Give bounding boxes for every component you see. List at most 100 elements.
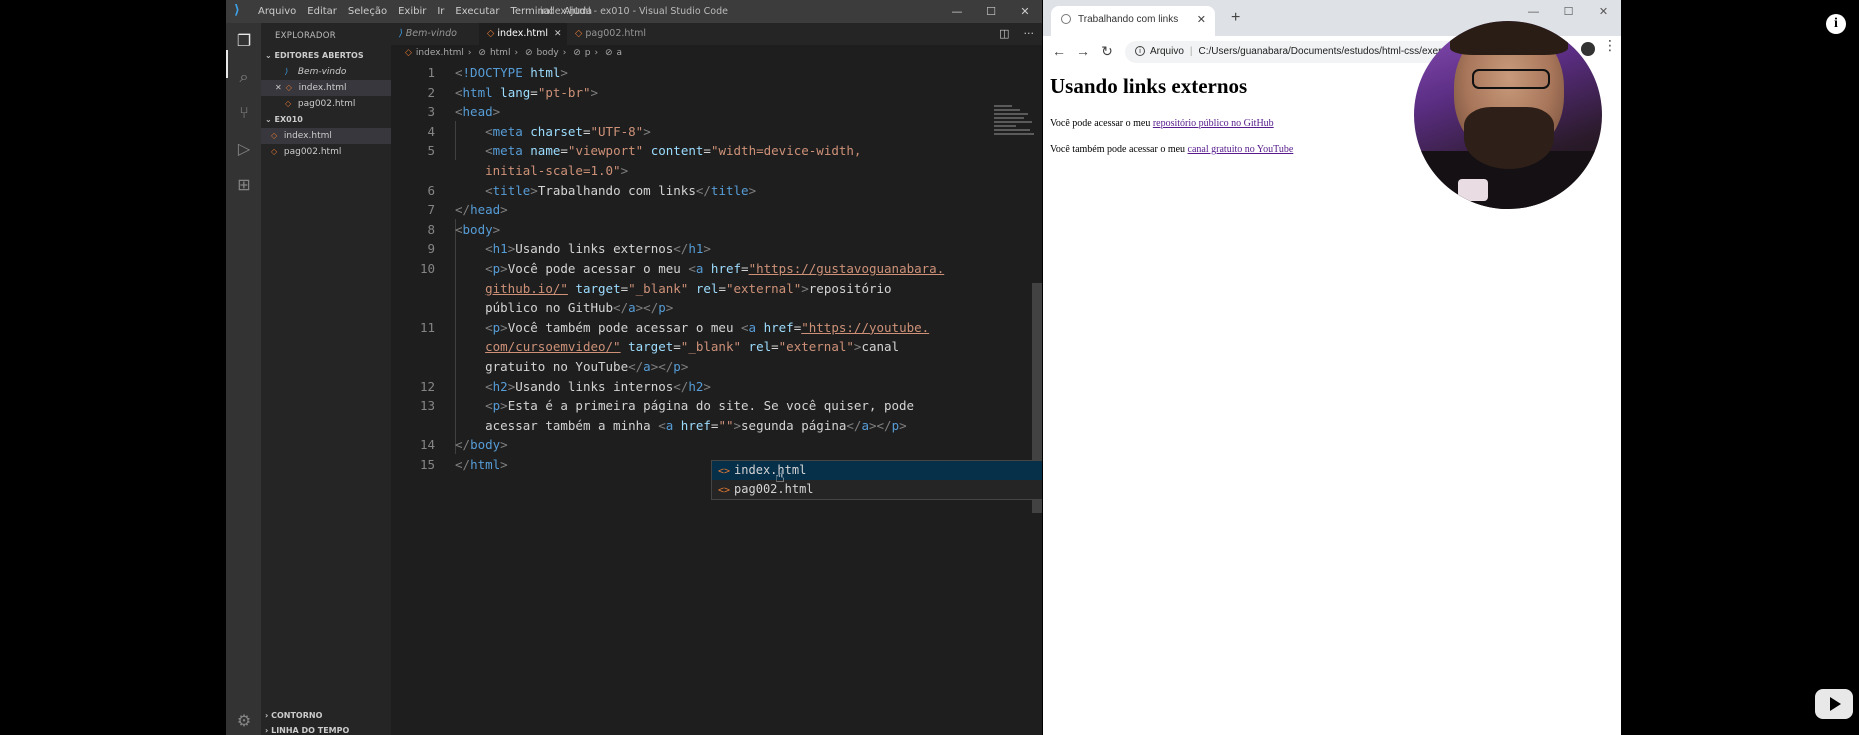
code-line: com/cursoemvideo/" target="_blank" rel="…	[485, 339, 900, 355]
tab-index[interactable]: ◇ index.html ✕	[479, 23, 567, 45]
menu-executar[interactable]: Executar	[455, 6, 499, 17]
code-token: Você também pode acessar o meu	[507, 319, 741, 335]
search-icon[interactable]: ⌕	[234, 67, 254, 87]
browser-tab[interactable]: Trabalhando com links ✕	[1051, 6, 1215, 36]
line-number: 3	[427, 104, 435, 120]
minimap[interactable]	[994, 103, 1038, 163]
breadcrumb-item[interactable]: p	[585, 48, 591, 58]
code-token[interactable]: "https://gustavoguanabara.	[749, 261, 945, 276]
play-next-icon[interactable]	[1815, 689, 1853, 719]
code-line: <head>	[455, 104, 501, 120]
youtube-link[interactable]: canal gratuito no YouTube	[1188, 144, 1294, 155]
code-token: html	[462, 84, 493, 100]
html-file-icon: ◇	[271, 147, 278, 156]
suggestion-item[interactable]: <> pag002.html	[712, 480, 1042, 499]
menu-ir[interactable]: Ir	[437, 6, 444, 17]
file-index[interactable]: ◇ index.html	[261, 128, 391, 144]
code-token: href	[763, 319, 794, 335]
open-editors-section[interactable]: ⌄ EDITORES ABERTOS	[261, 48, 391, 64]
menu-terminal[interactable]: Terminal	[510, 6, 552, 17]
close-button[interactable]: ✕	[1008, 0, 1042, 23]
editor-actions: ◫ ···	[985, 23, 1034, 45]
tab-pag002[interactable]: ◇ pag002.html	[567, 23, 659, 45]
open-editor-pag002[interactable]: ◇ pag002.html	[261, 96, 391, 112]
file-icon: <>	[718, 466, 731, 477]
tag-icon: ⊘	[604, 48, 613, 58]
line-number: 13	[419, 398, 435, 414]
github-link[interactable]: repositório público no GitHub	[1153, 118, 1274, 129]
code-token: a	[695, 261, 704, 276]
split-editor-icon[interactable]: ◫	[999, 27, 1009, 40]
sidebar-bottom-sections: › CONTORNO › LINHA DO TEMPO	[261, 708, 391, 735]
info-icon[interactable]: i	[1826, 14, 1846, 34]
breadcrumb-item[interactable]: body	[536, 48, 558, 58]
maximize-button[interactable]: ☐	[974, 0, 1008, 23]
more-actions-icon[interactable]: ···	[1024, 27, 1035, 40]
vscode-logo-icon: ⟩	[234, 3, 240, 18]
html-file-icon: ◇	[405, 48, 412, 58]
code-line: initial-scale=1.0">	[485, 163, 629, 178]
code-line: </body>	[455, 437, 508, 453]
menu-selecao[interactable]: Seleção	[348, 6, 387, 17]
account-icon[interactable]	[1581, 42, 1595, 56]
code-line: <meta charset="UTF-8">	[485, 123, 651, 139]
presenter-glasses	[1472, 69, 1550, 89]
timeline-section[interactable]: › LINHA DO TEMPO	[261, 723, 391, 735]
code-token: "UTF-8"	[590, 123, 644, 139]
source-control-icon[interactable]: ⑂	[234, 103, 254, 123]
close-icon[interactable]: ✕	[275, 83, 282, 92]
breadcrumb-item[interactable]: a	[617, 48, 623, 58]
open-editor-index[interactable]: ✕ ◇ index.html	[261, 80, 391, 96]
breadcrumb-item[interactable]: html	[490, 48, 511, 58]
info-icon[interactable]: i	[1135, 46, 1145, 57]
close-icon[interactable]: ✕	[1197, 6, 1206, 34]
open-editors-title: EDITORES ABERTOS	[274, 51, 364, 60]
code-token[interactable]: com/cursoemvideo/"	[485, 339, 620, 354]
microphone	[1458, 179, 1488, 201]
outline-section[interactable]: › CONTORNO	[261, 708, 391, 723]
maximize-button[interactable]: ☐	[1551, 0, 1586, 26]
code-token: content	[650, 143, 704, 159]
code-token[interactable]: "https://youtube.	[801, 320, 929, 335]
tag-icon: ⊘	[573, 48, 581, 58]
close-icon[interactable]: ✕	[554, 29, 562, 39]
new-tab-button[interactable]: +	[1231, 8, 1240, 28]
code-token: html	[470, 457, 501, 472]
code-token[interactable]: github.io/"	[485, 281, 568, 296]
gear-icon[interactable]: ⚙	[234, 711, 254, 731]
extensions-icon[interactable]: ⊞	[234, 175, 254, 195]
back-arrow-icon[interactable]: ←	[1050, 42, 1068, 60]
code-line: <h1>Usando links externos</h1>	[485, 241, 711, 257]
tab-bem-vindo[interactable]: ⟩ Bem-vindo	[391, 23, 479, 45]
close-button[interactable]: ✕	[1586, 0, 1621, 26]
breadcrumb-item[interactable]: index.html	[416, 48, 464, 58]
forward-arrow-icon[interactable]: →	[1074, 42, 1092, 60]
vscode-file-icon: ⟩	[399, 28, 403, 39]
code-editor[interactable]: 1 2 3 4 5 6 7 8 9 10 11 12 13 14 15 <!DO…	[391, 63, 1042, 503]
timeline-title: LINHA DO TEMPO	[271, 726, 350, 735]
menu-ajuda[interactable]: Ajuda	[564, 6, 592, 17]
minimap-line	[994, 105, 1012, 107]
menu-arquivo[interactable]: Arquivo	[258, 6, 296, 17]
line-number: 4	[427, 123, 435, 139]
code-line: <p>Você pode acessar o meu <a href="http…	[485, 261, 945, 276]
code-token: h2	[492, 378, 508, 394]
html-file-icon: ◇	[285, 83, 292, 92]
line-number: 5	[427, 143, 435, 159]
explorer-icon[interactable]: ❐	[234, 31, 254, 51]
minimize-button[interactable]: —	[940, 0, 974, 23]
more-menu-icon[interactable]: ⋮	[1603, 38, 1617, 54]
breadcrumb: ◇ index.html › ⊘ html › ⊘ body › ⊘ p › ⊘ a	[405, 48, 626, 62]
menu-exibir[interactable]: Exibir	[398, 6, 426, 17]
suggest-widget: <> index.html <> pag002.html	[711, 460, 1042, 500]
mouse-pointer-icon: ☝	[775, 467, 785, 486]
file-pag002[interactable]: ◇ pag002.html	[261, 144, 391, 160]
open-editor-bem-vindo[interactable]: ⟩ Bem-vindo	[261, 64, 391, 80]
folder-section[interactable]: ⌄ EX010	[261, 112, 391, 128]
run-debug-icon[interactable]: ▷	[234, 139, 254, 159]
tag-icon: ⊘	[524, 48, 533, 58]
menu-editar[interactable]: Editar	[307, 6, 337, 17]
reload-icon[interactable]: ↻	[1098, 42, 1116, 60]
code-token: h1	[688, 241, 704, 257]
suggestion-item[interactable]: <> index.html	[712, 461, 1042, 480]
